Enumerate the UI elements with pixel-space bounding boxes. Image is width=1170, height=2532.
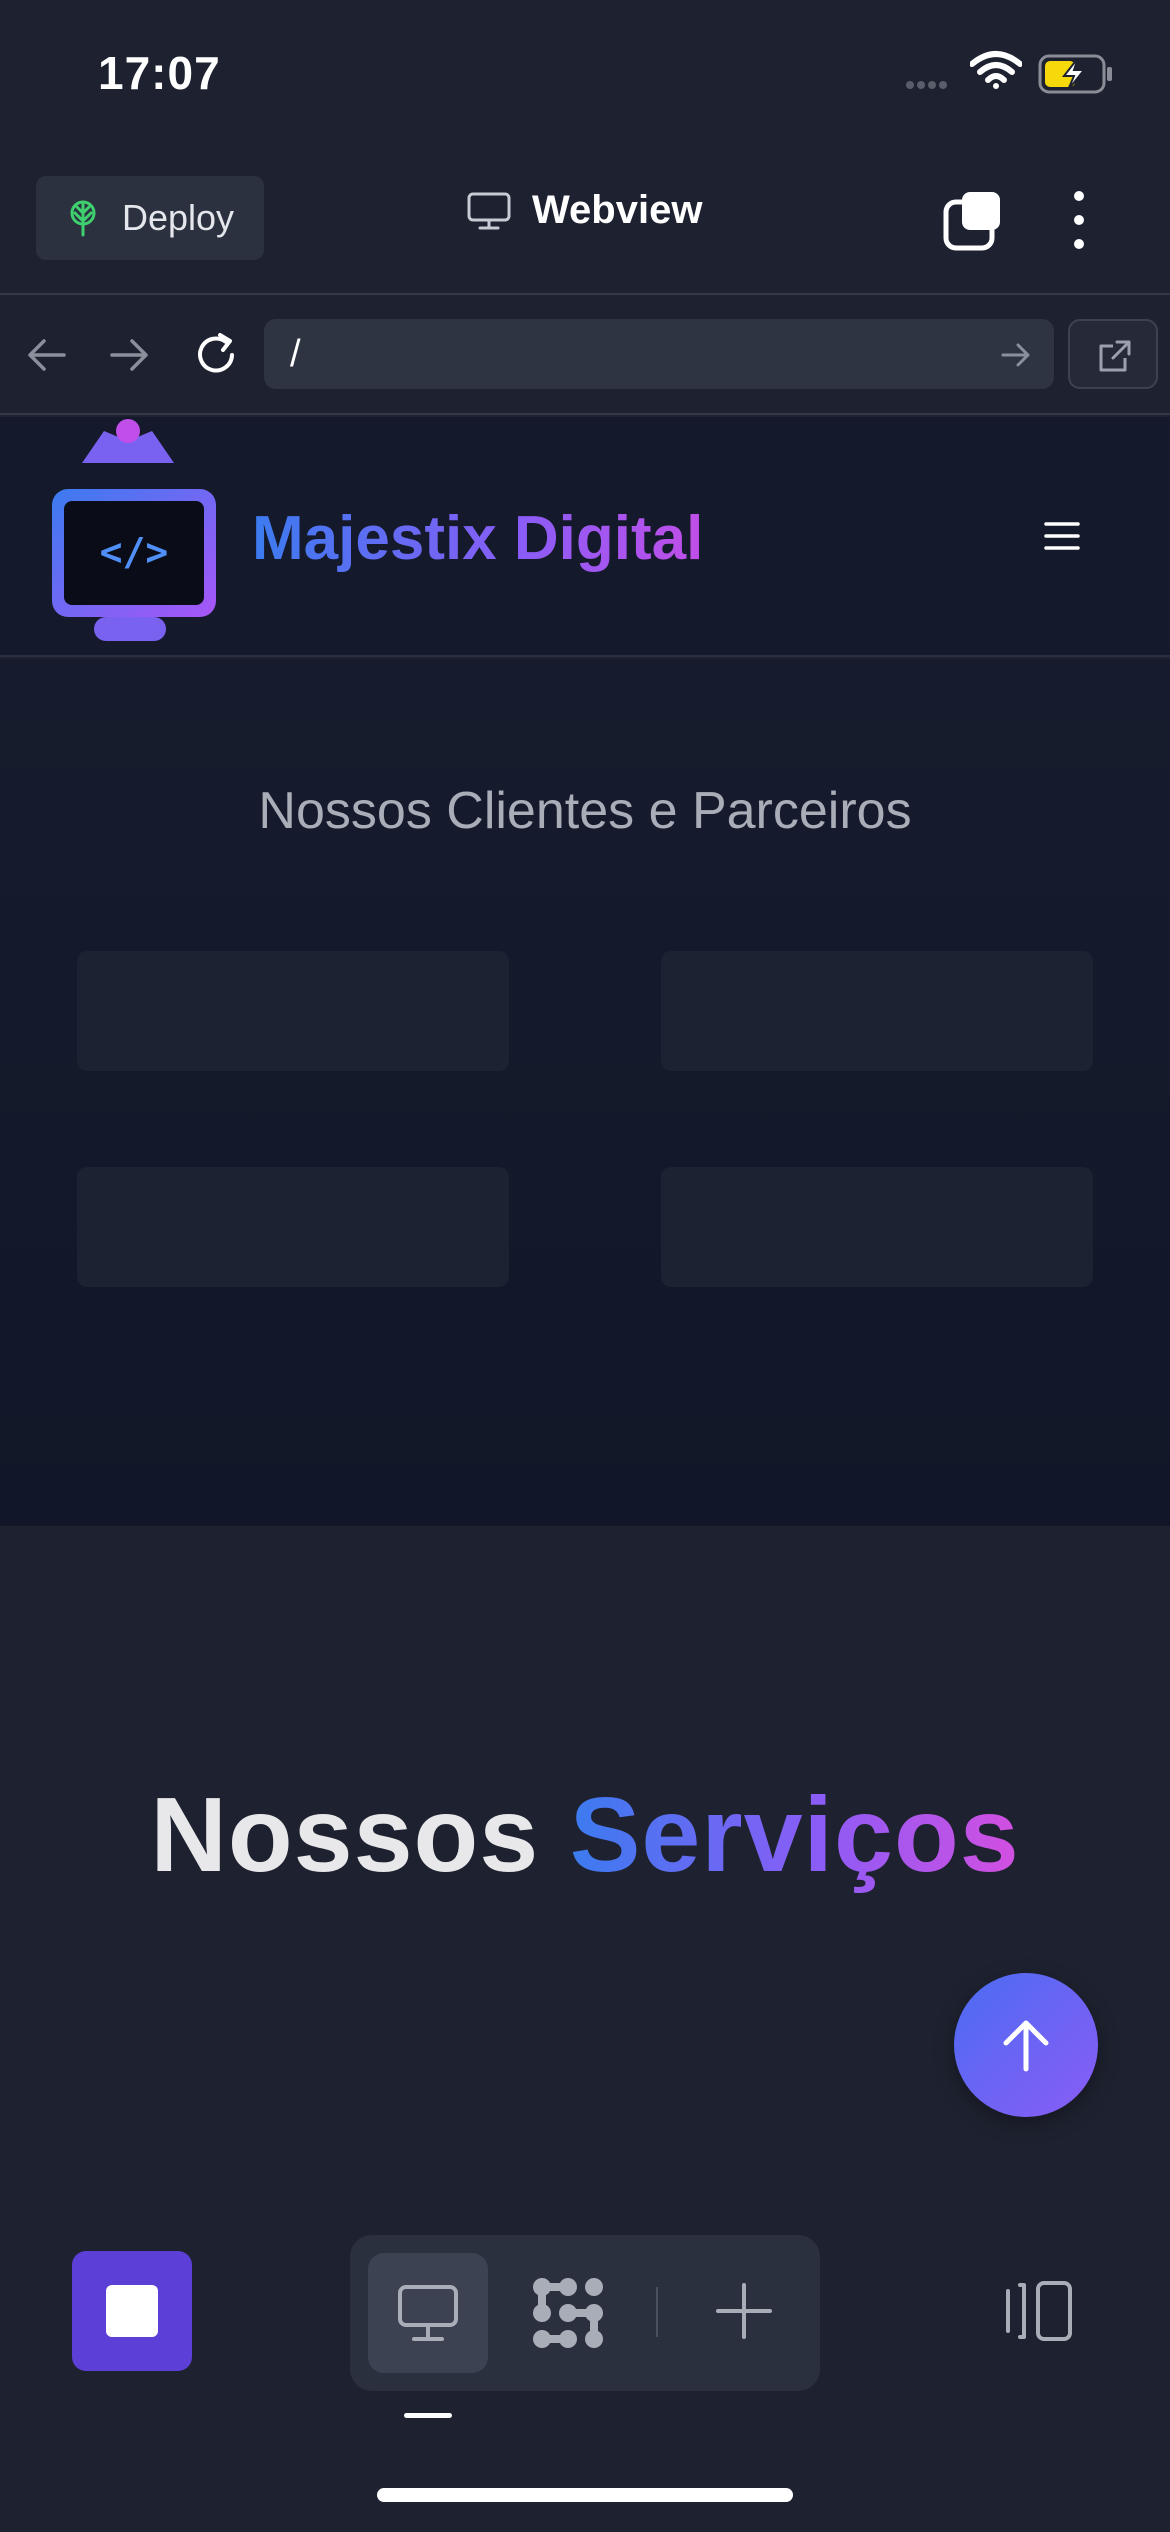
status-bar: 17:07 xyxy=(0,0,1170,150)
status-time: 17:07 xyxy=(98,47,221,99)
stop-button[interactable] xyxy=(72,2251,192,2371)
signal-dots-icon xyxy=(906,76,950,94)
panel-layout-icon[interactable] xyxy=(1000,2279,1076,2343)
kebab-menu-icon[interactable] xyxy=(1064,188,1094,252)
app-header: Deploy Webview xyxy=(0,150,1170,295)
stop-icon xyxy=(106,2285,158,2337)
client-logo-slot xyxy=(77,1167,509,1287)
segment-divider xyxy=(656,2287,658,2337)
open-external-icon xyxy=(1099,340,1131,372)
deploy-label: Deploy xyxy=(122,197,235,238)
services-title-word2: Serviços xyxy=(569,1776,1020,1894)
desktop-icon xyxy=(398,2285,458,2341)
active-tab-indicator xyxy=(404,2413,452,2418)
services-title-word1: Nossos xyxy=(150,1776,540,1894)
logo-code-text: </> xyxy=(100,530,169,574)
url-text: / xyxy=(290,333,301,375)
scroll-to-top-button[interactable] xyxy=(954,1973,1098,2117)
webview-title-label: Webview xyxy=(532,188,703,232)
tabs-icon[interactable] xyxy=(940,188,1004,252)
back-arrow-icon[interactable] xyxy=(24,335,68,375)
clients-section: Nossos Clientes e Parceiros xyxy=(0,659,1170,1526)
battery-charging-icon xyxy=(1038,54,1112,94)
webview-title: Webview xyxy=(466,188,702,233)
client-logo-slot xyxy=(661,951,1093,1071)
url-input[interactable]: / xyxy=(264,319,1054,389)
open-external-button[interactable] xyxy=(1068,319,1158,389)
services-title: Nossos Serviços xyxy=(0,1775,1170,1896)
site-navbar: </> Majestix Digital xyxy=(0,417,1170,657)
dots-grid-icon[interactable] xyxy=(530,2275,606,2351)
bottom-toolbar xyxy=(0,2227,1170,2532)
go-arrow-icon[interactable] xyxy=(1000,341,1032,369)
plus-icon[interactable] xyxy=(714,2281,774,2341)
desktop-view-button[interactable] xyxy=(368,2253,488,2373)
website-viewport: </> Majestix Digital Nossos Clientes e P… xyxy=(0,417,1170,2227)
deploy-button[interactable]: Deploy xyxy=(36,176,264,260)
deploy-icon xyxy=(70,200,96,237)
hamburger-menu-icon[interactable] xyxy=(1044,521,1080,551)
wifi-icon xyxy=(970,51,1022,89)
forward-arrow-icon[interactable] xyxy=(108,335,152,375)
client-logo-slot xyxy=(77,951,509,1071)
home-indicator xyxy=(377,2488,793,2502)
services-section: Nossos Serviços xyxy=(0,1527,1170,2227)
client-logo-slot xyxy=(661,1167,1093,1287)
monitor-icon xyxy=(467,192,511,229)
brand-name[interactable]: Majestix Digital xyxy=(252,503,703,574)
arrow-up-icon xyxy=(1003,2020,1049,2072)
address-bar: / xyxy=(0,297,1170,415)
view-switcher xyxy=(350,2235,820,2391)
computer-logo-icon[interactable]: </> xyxy=(46,417,222,645)
reload-icon[interactable] xyxy=(192,331,240,379)
clients-title: Nossos Clientes e Parceiros xyxy=(258,782,912,840)
